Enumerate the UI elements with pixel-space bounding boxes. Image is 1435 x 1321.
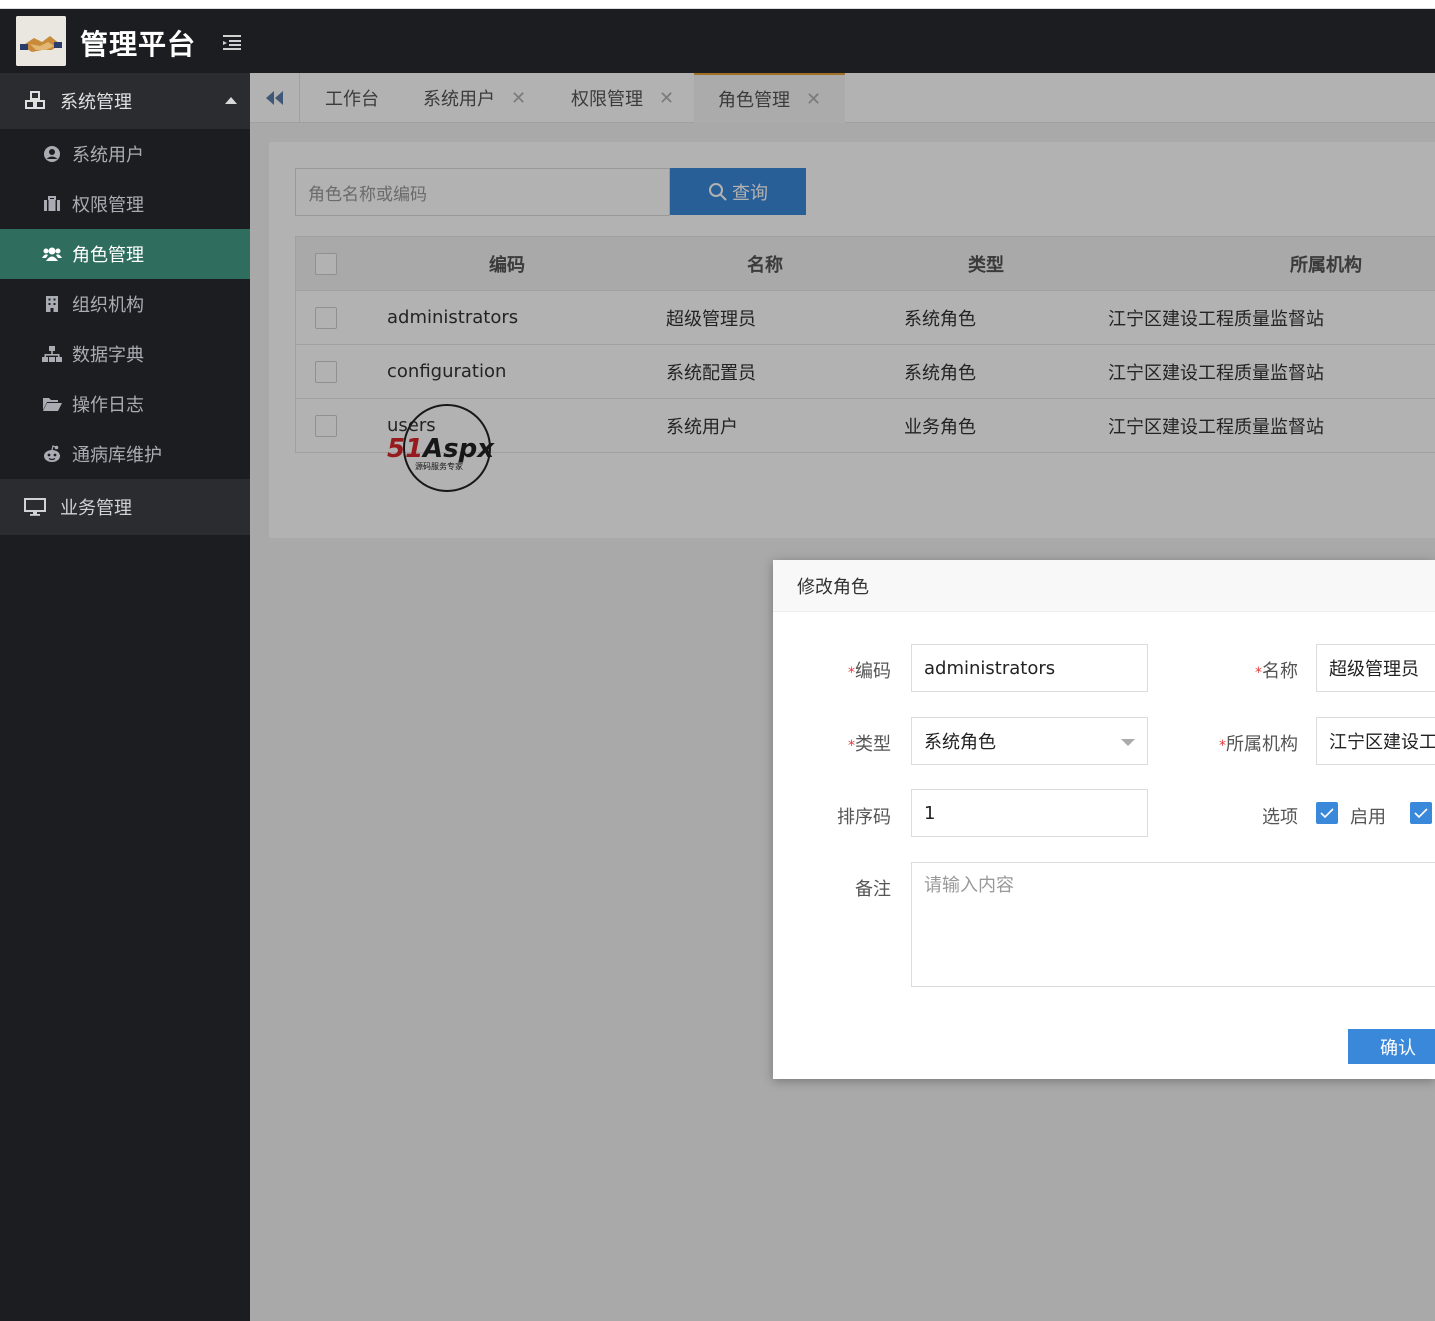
logo [16,16,66,66]
app-title: 管理平台 [80,28,197,61]
sidebar-item-label: 角色管理 [72,245,144,266]
edit-role-dialog: 修改角色 *编码 administrators *名称 超级管理员 *类型 系统… [773,560,1435,1079]
enable-checkbox[interactable] [1316,802,1338,824]
sort-label: 排序码 [837,807,891,828]
sidebar-group-business[interactable]: 业务管理 [0,479,250,535]
desktop-icon [24,497,46,517]
sidebar: 系统管理 系统用户 权限管理 角色管理 组织机构 数据字典 操作日志 通病库维护… [0,73,250,1321]
sidebar-item-organization[interactable]: 组织机构 [0,279,250,329]
name-label: *名称 [1255,661,1298,682]
confirm-button[interactable]: 确认 [1348,1029,1435,1064]
browser-top-strip [0,0,1435,9]
options-label: 选项 [1262,807,1298,828]
check-icon [1414,808,1428,819]
org-label: *所属机构 [1219,734,1298,755]
cubes-icon [24,91,46,111]
sidebar-item-roles[interactable]: 角色管理 [0,229,250,279]
name-field[interactable]: 超级管理员 [1316,644,1435,692]
user-circle-icon [42,144,62,164]
sidebar-group-label: 业务管理 [60,498,132,519]
code-field[interactable]: administrators [911,644,1148,692]
enable-label: 启用 [1350,807,1386,828]
dialog-title: 修改角色 [773,560,1435,612]
code-label: *编码 [848,661,891,682]
sort-field[interactable]: 1 [911,789,1148,837]
type-label: *类型 [848,734,891,755]
sidebar-item-label: 操作日志 [72,395,144,416]
sidebar-item-system-users[interactable]: 系统用户 [0,129,250,179]
sidebar-item-dictionary[interactable]: 数据字典 [0,329,250,379]
briefcase-icon [42,194,62,214]
sidebar-item-label: 权限管理 [72,195,144,216]
caret-up-icon [225,97,237,104]
sitemap-icon [42,344,62,364]
sidebar-item-label: 通病库维护 [72,445,162,466]
top-header: 管理平台 [0,9,1435,73]
type-select-value: 系统角色 [924,732,996,753]
sidebar-submenu: 系统用户 权限管理 角色管理 组织机构 数据字典 操作日志 通病库维护 [0,129,250,479]
chevron-down-icon [1121,739,1135,746]
sidebar-group-label: 系统管理 [60,92,132,113]
remark-textarea[interactable]: 请输入内容 [911,862,1435,987]
remark-label: 备注 [855,879,891,900]
sidebar-item-operation-log[interactable]: 操作日志 [0,379,250,429]
check-icon [1320,808,1334,819]
type-select[interactable]: 系统角色 [911,717,1148,765]
sidebar-item-label: 数据字典 [72,345,144,366]
users-icon [42,244,62,264]
sidebar-group-system[interactable]: 系统管理 [0,73,250,129]
sidebar-item-permissions[interactable]: 权限管理 [0,179,250,229]
folder-open-icon [42,394,62,414]
sidebar-item-label: 系统用户 [72,145,144,166]
sidebar-item-defect-library[interactable]: 通病库维护 [0,429,250,479]
sidebar-item-label: 组织机构 [72,295,144,316]
org-field[interactable]: 江宁区建设工 [1316,717,1435,765]
building-icon [42,294,62,314]
reddit-icon [42,444,62,464]
option-checkbox-2[interactable] [1410,802,1432,824]
menu-collapse-icon[interactable] [221,33,243,51]
